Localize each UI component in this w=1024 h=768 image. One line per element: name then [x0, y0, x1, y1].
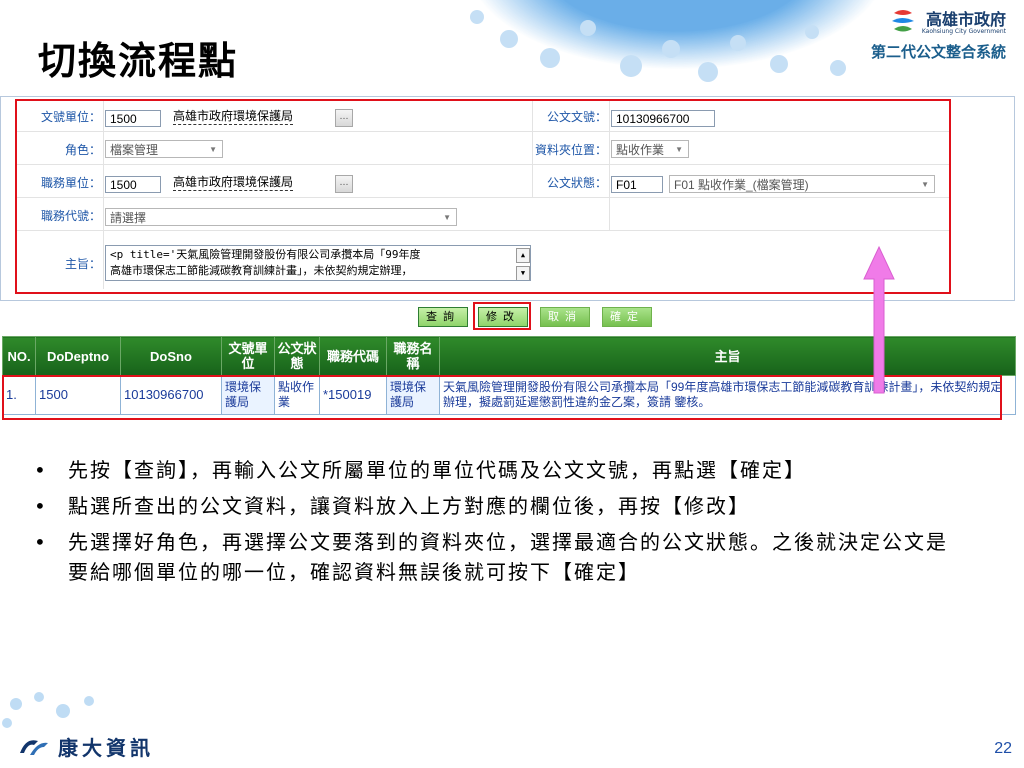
page-number: 22 — [994, 740, 1012, 757]
brand-header: 高雄市政府 Kaohsiung City Government 第二代公文整合系… — [871, 6, 1006, 62]
bullet-icon: • — [34, 494, 48, 518]
list-item: • 先選擇好角色，再選擇公文要落到的資料夾位，選擇最適合的公文狀態。之後就決定公文… — [34, 527, 954, 587]
col-doc-unit-header[interactable]: 文號單位 — [221, 336, 275, 376]
col-duty-name-header[interactable]: 職務名稱 — [386, 336, 440, 376]
col-doc-status-header[interactable]: 公文狀態 — [274, 336, 320, 376]
slide-title: 切換流程點 — [38, 38, 239, 83]
kaohsiung-logo-icon — [888, 7, 918, 35]
row-highlight-box — [2, 375, 1002, 420]
modify-highlight-box — [473, 302, 531, 330]
query-button[interactable]: 查詢 — [418, 307, 468, 327]
brand-name: 高雄市政府 — [925, 12, 1006, 29]
bullet-text: 先選擇好角色，再選擇公文要落到的資料夾位，選擇最適合的公文狀態。之後就決定公文是… — [68, 530, 948, 584]
confirm-button[interactable]: 確定 — [602, 307, 652, 327]
bullet-icon: • — [34, 458, 48, 482]
col-subject-header[interactable]: 主旨 — [439, 336, 1016, 376]
bullet-icon: • — [34, 530, 48, 554]
col-no-header[interactable]: NO. — [2, 336, 36, 376]
col-dodeptno-header[interactable]: DoDeptno — [35, 336, 121, 376]
header-decoration — [430, 0, 880, 88]
bullet-text: 點選所查出的公文資料，讓資料放入上方對應的欄位後，再按【修改】 — [68, 494, 750, 518]
list-item: • 先按【查詢】，再輸入公文所屬單位的單位代碼及公文文號，再點選【確定】 — [34, 455, 954, 485]
cancel-button[interactable]: 取消 — [540, 307, 590, 327]
up-arrow-icon — [863, 245, 895, 394]
form-highlight-box — [15, 99, 951, 294]
system-name: 第二代公文整合系統 — [870, 44, 1006, 61]
footer-logo: 康大資訊 — [16, 732, 154, 761]
instruction-list: • 先按【查詢】，再輸入公文所屬單位的單位代碼及公文文號，再點選【確定】 • 點選所… — [34, 455, 954, 593]
col-dosno-header[interactable]: DoSno — [120, 336, 222, 376]
list-item: • 點選所查出的公文資料，讓資料放入上方對應的欄位後，再按【修改】 — [34, 491, 954, 521]
bullet-text: 先按【查詢】，再輸入公文所屬單位的單位代碼及公文文號，再點選【確定】 — [68, 458, 806, 482]
col-duty-code-header[interactable]: 職務代碼 — [319, 336, 387, 376]
company-logo-icon — [20, 739, 48, 755]
company-name: 康大資訊 — [58, 738, 154, 760]
brand-name-en: Kaohsiung City Government — [921, 28, 1006, 35]
